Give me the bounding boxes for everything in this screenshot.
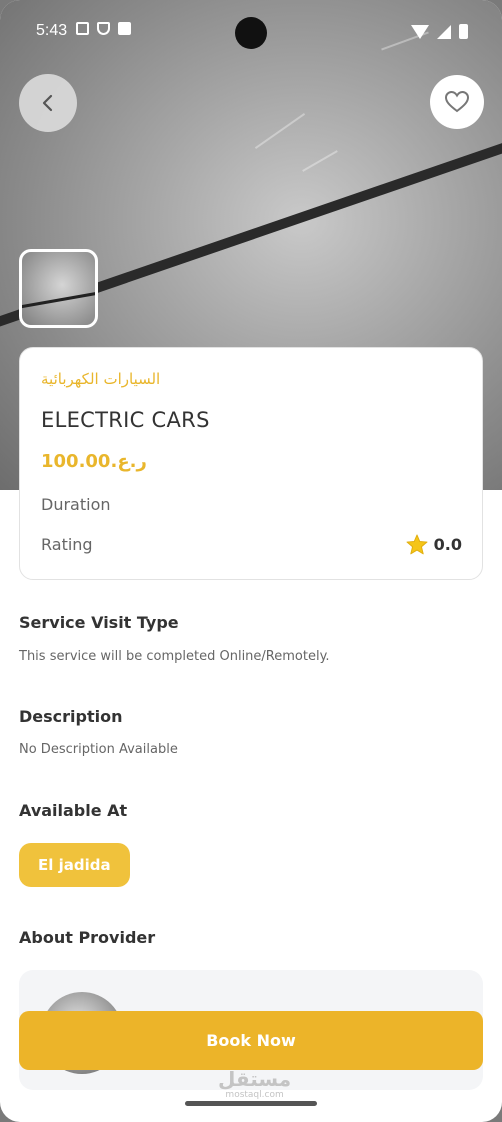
shield-icon [97, 22, 110, 35]
duration-label: Duration [41, 495, 111, 514]
watermark-arabic: مستقل [218, 1067, 292, 1091]
service-info-card: السيارات الكهربائية ELECTRIC CARS 100.00… [19, 347, 483, 580]
heart-icon [444, 90, 470, 113]
screenshot-icon [76, 22, 89, 35]
watermark-latin: mostaql.com [225, 1090, 284, 1100]
visit-type-text: This service will be completed Online/Re… [19, 649, 330, 664]
camera-cutout [235, 17, 267, 49]
rating-label: Rating [41, 535, 93, 554]
rating-value: 0.0 [433, 535, 462, 554]
home-indicator[interactable] [185, 1101, 317, 1106]
star-icon [406, 534, 428, 555]
watermark-logo: مستقل mostaql.com [218, 1068, 291, 1100]
status-time: 5:43 [36, 22, 68, 39]
rating-value-group: 0.0 [406, 534, 462, 555]
description-title: Description [19, 707, 123, 726]
service-arabic-name: السيارات الكهربائية [41, 370, 161, 388]
wifi-icon [411, 24, 429, 39]
location-chip[interactable]: El jadida [19, 843, 130, 887]
battery-icon [459, 24, 468, 39]
available-at-title: Available At [19, 801, 128, 820]
app-screen: 5:43 السيارات الكهربائية ELECTRIC CARS 1… [0, 0, 502, 1122]
book-now-button[interactable]: Book Now [19, 1011, 483, 1070]
service-title: ELECTRIC CARS [41, 408, 210, 432]
signal-icon [437, 24, 451, 39]
chevron-left-icon [42, 94, 53, 112]
description-text: No Description Available [19, 742, 178, 757]
service-price: 100.00.ر.ع [41, 451, 147, 472]
favorite-button[interactable] [430, 75, 484, 129]
gallery-thumbnail[interactable] [19, 249, 98, 328]
about-provider-title: About Provider [19, 928, 156, 947]
sd-card-icon [118, 22, 131, 35]
visit-type-title: Service Visit Type [19, 613, 179, 632]
back-button[interactable] [19, 74, 77, 132]
